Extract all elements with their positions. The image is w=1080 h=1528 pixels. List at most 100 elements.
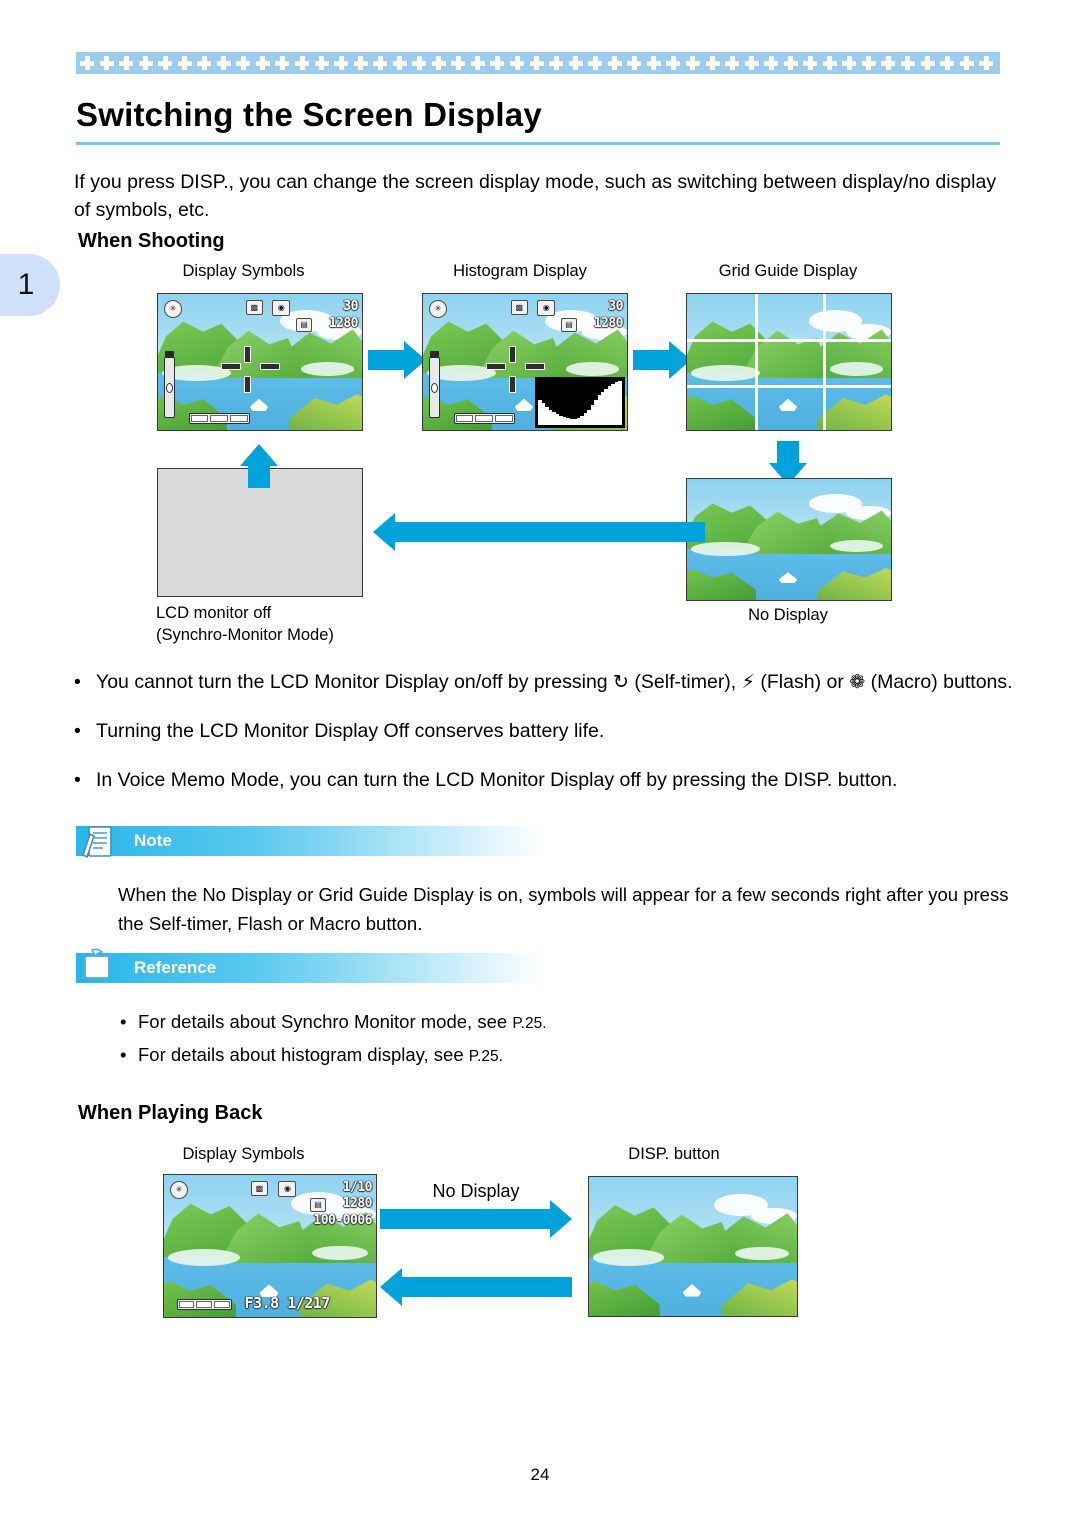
battery-indicator: [453, 413, 515, 424]
note-body: When the No Display or Grid Guide Displa…: [118, 884, 1009, 934]
memory-card-icon: ▤: [296, 318, 312, 332]
af-mark-right: [525, 363, 545, 371]
petal-icon: [119, 56, 134, 70]
petal-icon: [158, 56, 173, 70]
arrow-playback-symbols-to-no-display: [380, 1200, 572, 1238]
petal-icon: [295, 56, 310, 70]
petal-icon: [549, 56, 564, 70]
petal-icon: [822, 56, 837, 70]
zoom-slider-knob[interactable]: [166, 382, 173, 393]
label-no-display-shooting: No Display: [748, 606, 828, 624]
list-item: • You cannot turn the LCD Monitor Displa…: [74, 668, 1014, 697]
petal-icon: [861, 56, 876, 70]
screen-histogram-display: ✳ ▩ ◉ 30 ▤ 1280: [422, 293, 628, 431]
zoom-slider[interactable]: [164, 350, 175, 419]
flash-icon: ⚡: [741, 671, 755, 693]
petal-icon: [197, 56, 212, 70]
list-item: • Turning the LCD Monitor Display Off co…: [74, 717, 1014, 746]
osd-exposure: F3.8 1/217: [244, 1294, 331, 1312]
petal-icon: [842, 56, 857, 70]
zoom-slider[interactable]: [429, 350, 440, 419]
bullet-dot: •: [120, 1011, 127, 1032]
petal-icon: [627, 56, 642, 70]
petal-icon: [783, 56, 798, 70]
arrow-lcd-off-to-symbols: [240, 425, 278, 488]
petal-icon: [568, 56, 583, 70]
decorative-header-band: [76, 52, 1000, 74]
macro-icon: ▩: [510, 300, 528, 315]
macro-icon: ▩: [245, 300, 263, 315]
af-mark-top: [243, 345, 251, 363]
af-mark-left: [486, 363, 507, 371]
osd-mode-number: 30: [343, 299, 358, 314]
bullet-dot: •: [74, 769, 81, 791]
camera-mode-icon: ◉: [537, 300, 556, 316]
zoom-slider-knob[interactable]: [431, 382, 438, 393]
grid-line-horizontal: [687, 339, 891, 343]
label-synchro-monitor-mode: (Synchro-Monitor Mode): [156, 626, 334, 644]
note-header-bar: Note: [76, 826, 544, 856]
osd-overlay: ✳ ▩ ◉ 30 ▤ 1280: [158, 294, 362, 430]
bullet-text: You cannot turn the LCD Monitor Display …: [96, 671, 1013, 693]
petal-icon: [744, 56, 759, 70]
arrow-symbols-to-histogram: [368, 341, 426, 379]
petal-icon: [940, 56, 955, 70]
page-number: 24: [530, 1465, 550, 1484]
af-mark-left: [221, 363, 242, 371]
petal-icon: [588, 56, 603, 70]
zoom-slider-tip: [165, 350, 174, 358]
bullet-text: Turning the LCD Monitor Display Off cons…: [96, 720, 605, 742]
battery-indicator: [188, 413, 250, 424]
camera-mode-icon: ◉: [278, 1181, 297, 1197]
petal-icon: [275, 56, 290, 70]
reference-title: Reference: [134, 958, 217, 977]
macro-icon: ❁: [849, 671, 866, 693]
af-mark-top: [508, 345, 516, 363]
petal-icon: [725, 56, 740, 70]
flash-off-icon: ✳: [429, 300, 447, 318]
histogram-graph: [535, 377, 625, 428]
grid-line-vertical: [754, 294, 758, 430]
petal-icon: [314, 56, 329, 70]
osd-overlay: ✳ ▩ ◉ 1/10 ▤ 1280 100-0006 F3.8 1/217: [164, 1175, 376, 1317]
label-disp-button: DISP. button: [628, 1145, 720, 1163]
petal-icon: [685, 56, 700, 70]
petal-icon: [764, 56, 779, 70]
chapter-number: 1: [17, 268, 35, 301]
flash-off-icon: ✳: [164, 300, 182, 318]
osd-resolution: 1280: [593, 316, 624, 331]
grid-line-vertical: [822, 294, 826, 430]
page-title: Switching the Screen Display: [76, 96, 542, 133]
mist: [593, 1249, 664, 1266]
petal-icon: [99, 56, 114, 70]
petal-icon: [510, 56, 525, 70]
reference-text: For details about Synchro Monitor mode, …: [138, 1011, 547, 1032]
label-lcd-monitor-off: LCD monitor off: [156, 604, 272, 622]
osd-mode-number: 30: [608, 299, 623, 314]
arrow-playback-no-display-to-symbols: [380, 1268, 572, 1306]
macro-icon: ▩: [250, 1181, 268, 1196]
screen-display-symbols-shooting: ✳ ▩ ◉ 30 ▤ 1280: [157, 293, 363, 431]
bullet-list: • You cannot turn the LCD Monitor Displa…: [74, 668, 1014, 815]
petal-icon: [900, 56, 915, 70]
camera-mode-icon: ◉: [272, 300, 291, 316]
arrow-no-display-to-lcd-off: [373, 513, 705, 551]
bullet-dot: •: [120, 1044, 127, 1065]
af-mark-bottom: [243, 375, 251, 393]
label-no-display-playback: No Display: [432, 1181, 520, 1201]
intro-paragraph: If you press DISP., you can change the s…: [74, 171, 997, 221]
petal-icon: [959, 56, 974, 70]
petal-icon: [470, 56, 485, 70]
petal-icon: [373, 56, 388, 70]
petal-icon: [80, 56, 94, 70]
screen-no-display-playback: [588, 1176, 798, 1317]
zoom-slider-tip: [430, 350, 439, 358]
battery-indicator: [176, 1299, 232, 1310]
note-document-icon: [78, 822, 118, 862]
section-heading-playing-back: When Playing Back: [78, 1102, 263, 1124]
petal-icon: [236, 56, 251, 70]
petal-icon: [607, 56, 622, 70]
osd-frame-counter: 1/10: [342, 1180, 373, 1195]
label-grid-guide-display: Grid Guide Display: [718, 262, 858, 280]
bullet-dot: •: [74, 671, 81, 693]
